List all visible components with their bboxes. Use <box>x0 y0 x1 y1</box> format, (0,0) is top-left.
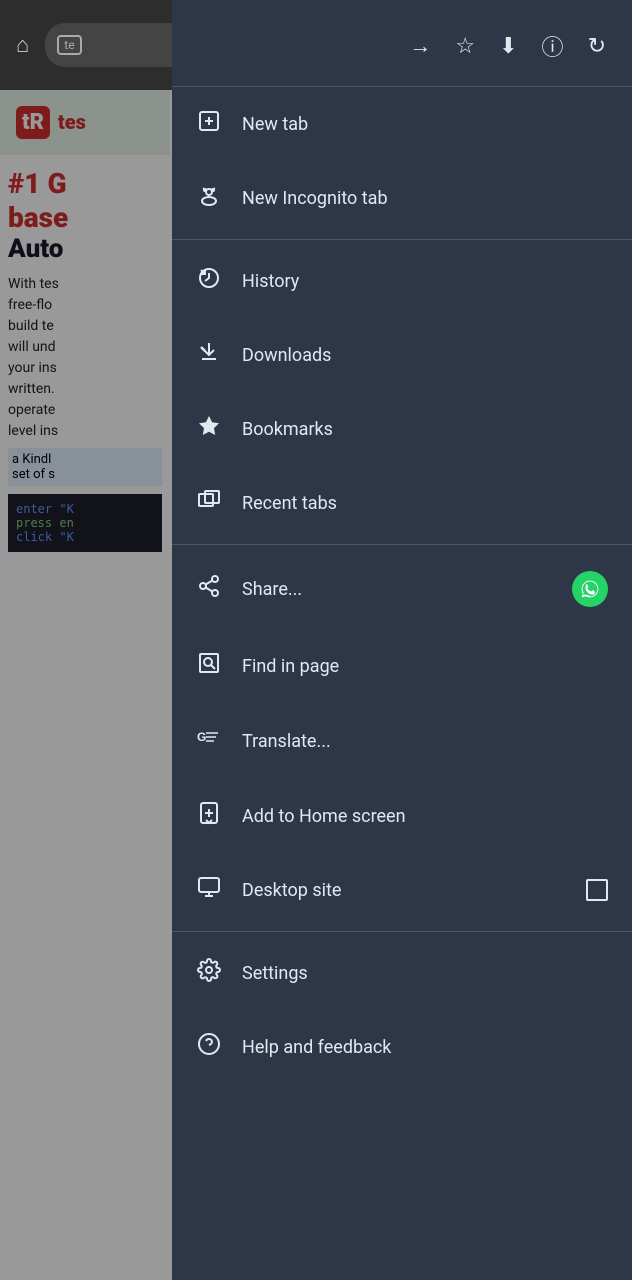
recent-tabs-icon <box>196 488 222 518</box>
settings-label: Settings <box>242 963 608 984</box>
downloads-label: Downloads <box>242 345 608 366</box>
divider-2 <box>172 544 632 545</box>
menu-item-find-in-page[interactable]: Find in page <box>172 629 632 703</box>
dropdown-toolbar: → ☆ ⬇ ⓘ ↻ <box>172 0 632 87</box>
info-icon[interactable]: ⓘ <box>532 22 574 70</box>
add-to-home-label: Add to Home screen <box>242 806 608 827</box>
new-tab-icon <box>196 109 222 139</box>
forward-icon[interactable]: → <box>399 25 441 67</box>
settings-icon <box>196 958 222 988</box>
menu-item-share[interactable]: Share... <box>172 549 632 629</box>
share-icon <box>196 574 222 604</box>
desktop-site-label: Desktop site <box>242 880 566 901</box>
incognito-icon <box>196 183 222 213</box>
menu-item-downloads[interactable]: Downloads <box>172 318 632 392</box>
refresh-icon[interactable]: ↻ <box>578 26 616 67</box>
history-label: History <box>242 271 608 292</box>
dropdown-menu: → ☆ ⬇ ⓘ ↻ New tab New Incog <box>172 0 632 1280</box>
recent-tabs-label: Recent tabs <box>242 493 608 514</box>
help-icon <box>196 1032 222 1062</box>
menu-item-history[interactable]: History <box>172 244 632 318</box>
desktop-site-icon <box>196 875 222 905</box>
divider-3 <box>172 931 632 932</box>
menu-item-settings[interactable]: Settings <box>172 936 632 1010</box>
svg-text:G: G <box>197 730 206 744</box>
whatsapp-badge <box>572 571 608 607</box>
translate-label: Translate... <box>242 731 608 752</box>
menu-item-translate[interactable]: G Translate... <box>172 703 632 779</box>
divider-1 <box>172 239 632 240</box>
download-icon[interactable]: ⬇ <box>489 26 527 67</box>
desktop-site-checkbox[interactable] <box>586 879 608 901</box>
menu-item-help-feedback[interactable]: Help and feedback <box>172 1010 632 1084</box>
downloads-icon <box>196 340 222 370</box>
new-tab-label: New tab <box>242 114 608 135</box>
menu-item-new-incognito-tab[interactable]: New Incognito tab <box>172 161 632 235</box>
help-feedback-label: Help and feedback <box>242 1037 608 1058</box>
tabs-icon: te <box>57 35 81 55</box>
history-icon <box>196 266 222 296</box>
incognito-label: New Incognito tab <box>242 188 608 209</box>
share-label: Share... <box>242 579 552 600</box>
find-in-page-label: Find in page <box>242 656 608 677</box>
home-icon[interactable]: ⌂ <box>8 24 37 66</box>
translate-icon: G <box>196 725 222 757</box>
bookmarks-label: Bookmarks <box>242 419 608 440</box>
bookmarks-icon <box>196 414 222 444</box>
find-in-page-icon <box>196 651 222 681</box>
menu-item-recent-tabs[interactable]: Recent tabs <box>172 466 632 540</box>
menu-item-add-to-home[interactable]: Add to Home screen <box>172 779 632 853</box>
menu-item-bookmarks[interactable]: Bookmarks <box>172 392 632 466</box>
menu-item-new-tab[interactable]: New tab <box>172 87 632 161</box>
menu-item-desktop-site[interactable]: Desktop site <box>172 853 632 927</box>
add-to-home-icon <box>196 801 222 831</box>
bookmark-icon[interactable]: ☆ <box>445 26 485 67</box>
